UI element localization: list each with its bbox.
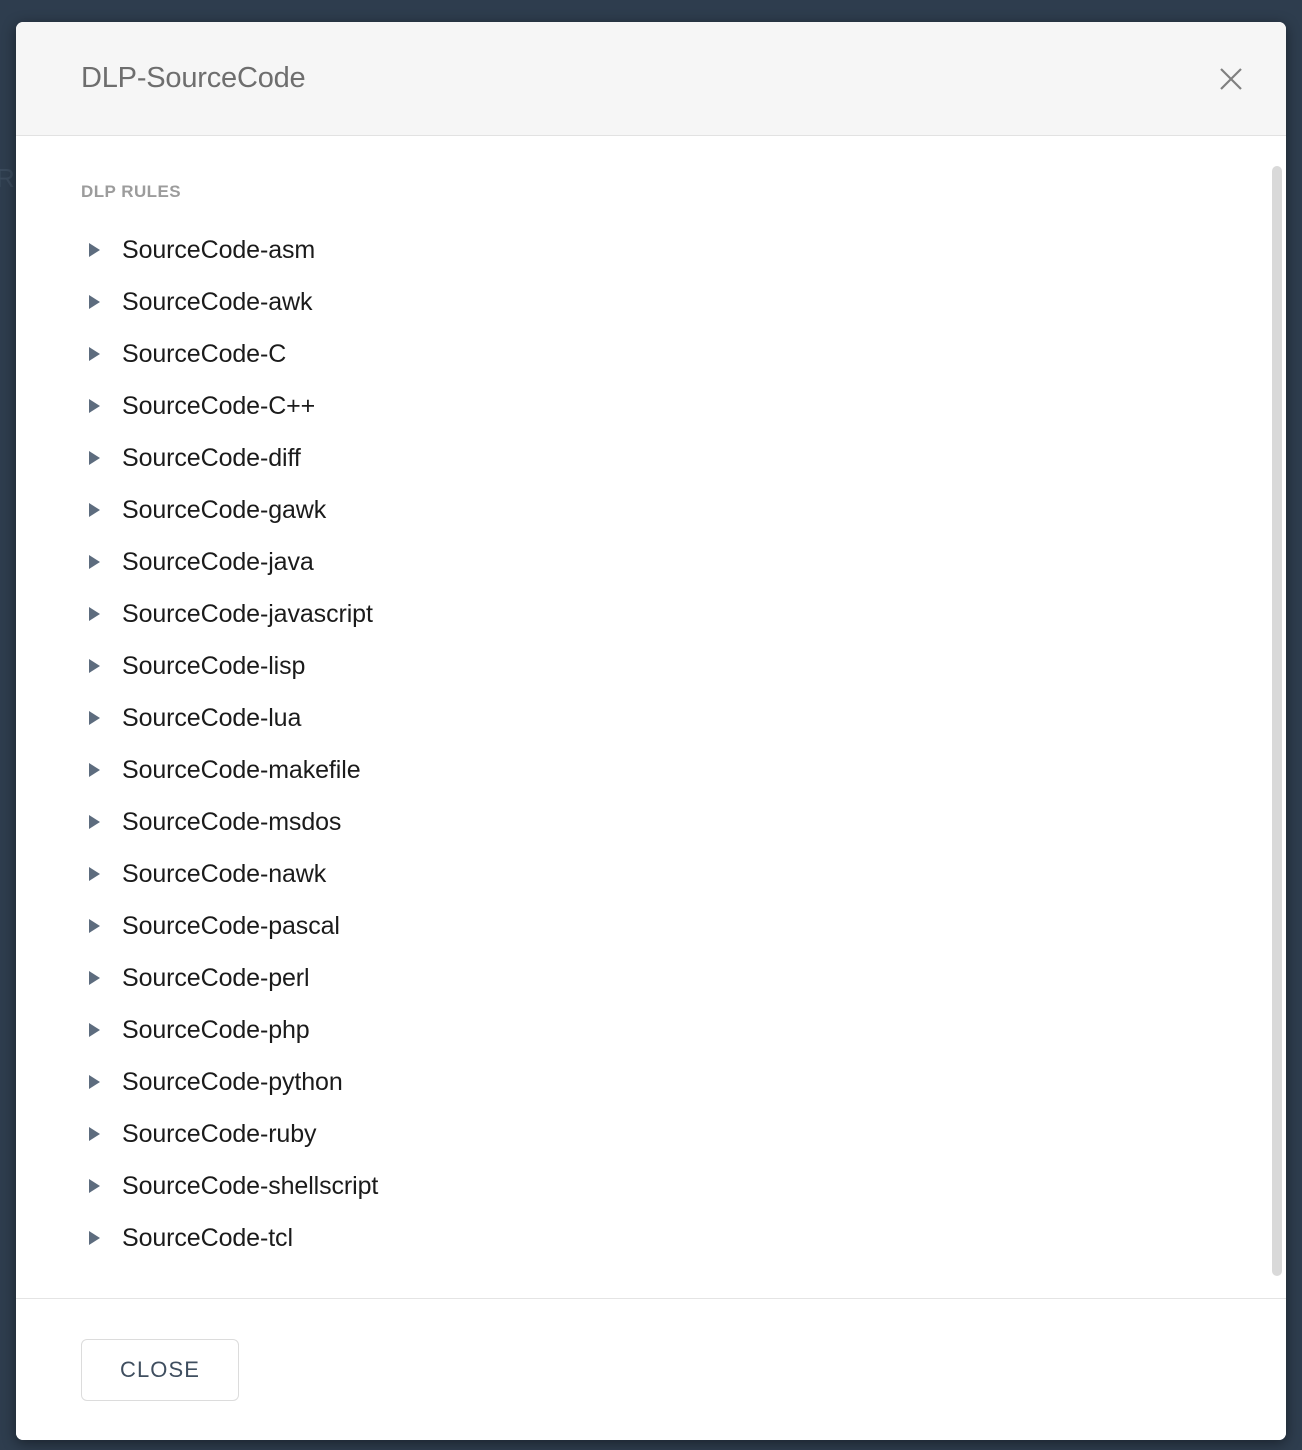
list-item[interactable]: SourceCode-gawk [16, 484, 1286, 536]
backdrop-partial-text: R [0, 163, 16, 193]
list-item[interactable]: SourceCode-javascript [16, 588, 1286, 640]
list-item[interactable]: SourceCode-diff [16, 432, 1286, 484]
triangle-right-icon[interactable] [88, 969, 104, 987]
list-item[interactable]: SourceCode-shellscript [16, 1160, 1286, 1212]
triangle-right-icon[interactable] [88, 397, 104, 415]
list-item-label: SourceCode-awk [122, 287, 313, 316]
list-item-label: SourceCode-msdos [122, 807, 342, 836]
list-item-label: SourceCode-asm [122, 235, 316, 264]
list-item[interactable]: SourceCode-msdos [16, 796, 1286, 848]
triangle-right-icon[interactable] [88, 501, 104, 519]
list-item-label: SourceCode-python [122, 1067, 343, 1096]
list-item-label: SourceCode-java [122, 547, 314, 576]
list-item-label: SourceCode-lisp [122, 651, 306, 680]
list-item[interactable]: SourceCode-nawk [16, 848, 1286, 900]
list-item-label: SourceCode-lua [122, 703, 302, 732]
list-item-label: SourceCode-makefile [122, 755, 361, 784]
list-item[interactable]: SourceCode-java [16, 536, 1286, 588]
triangle-right-icon[interactable] [88, 1177, 104, 1195]
list-item[interactable]: SourceCode-awk [16, 276, 1286, 328]
list-item-label: SourceCode-php [122, 1015, 310, 1044]
list-item[interactable]: SourceCode-C [16, 328, 1286, 380]
scrollbar-thumb[interactable] [1272, 166, 1282, 1276]
list-item-label: SourceCode-javascript [122, 599, 373, 628]
list-item-label: SourceCode-pascal [122, 911, 340, 940]
list-item[interactable]: SourceCode-pascal [16, 900, 1286, 952]
list-item[interactable]: SourceCode-C++ [16, 380, 1286, 432]
dlp-sourcecode-modal: DLP-SourceCode DLP RULES SourceCode-asm … [16, 22, 1286, 1440]
triangle-right-icon[interactable] [88, 241, 104, 259]
list-item-label: SourceCode-nawk [122, 859, 327, 888]
triangle-right-icon[interactable] [88, 1073, 104, 1091]
triangle-right-icon[interactable] [88, 1125, 104, 1143]
modal-header: DLP-SourceCode [16, 22, 1286, 136]
modal-body: DLP RULES SourceCode-asm SourceCode-awk … [16, 136, 1286, 1298]
triangle-right-icon[interactable] [88, 449, 104, 467]
list-item-label: SourceCode-diff [122, 443, 301, 472]
close-icon[interactable] [1214, 62, 1248, 96]
list-item-label: SourceCode-ruby [122, 1119, 317, 1148]
list-item-label: SourceCode-tcl [122, 1223, 293, 1252]
list-item-label: SourceCode-C++ [122, 391, 316, 420]
section-label-dlp-rules: DLP RULES [81, 182, 182, 201]
list-item[interactable]: SourceCode-php [16, 1004, 1286, 1056]
triangle-right-icon[interactable] [88, 917, 104, 935]
list-item-label: SourceCode-C [122, 339, 287, 368]
triangle-right-icon[interactable] [88, 553, 104, 571]
list-item-label: SourceCode-perl [122, 963, 310, 992]
triangle-right-icon[interactable] [88, 657, 104, 675]
triangle-right-icon[interactable] [88, 605, 104, 623]
list-item[interactable]: SourceCode-lua [16, 692, 1286, 744]
triangle-right-icon[interactable] [88, 1021, 104, 1039]
triangle-right-icon[interactable] [88, 813, 104, 831]
triangle-right-icon[interactable] [88, 761, 104, 779]
triangle-right-icon[interactable] [88, 345, 104, 363]
list-item[interactable]: SourceCode-asm [16, 224, 1286, 276]
modal-footer: CLOSE [16, 1298, 1286, 1440]
page-title: DLP-SourceCode [81, 62, 306, 94]
list-item-label: SourceCode-gawk [122, 495, 327, 524]
triangle-right-icon[interactable] [88, 865, 104, 883]
list-item-label: SourceCode-shellscript [122, 1171, 379, 1200]
dlp-rule-list: SourceCode-asm SourceCode-awk SourceCode… [16, 224, 1286, 1264]
scrollbar[interactable] [1270, 136, 1284, 1298]
list-item[interactable]: SourceCode-ruby [16, 1108, 1286, 1160]
close-button[interactable]: CLOSE [81, 1338, 239, 1401]
triangle-right-icon[interactable] [88, 709, 104, 727]
list-item[interactable]: SourceCode-lisp [16, 640, 1286, 692]
list-item[interactable]: SourceCode-makefile [16, 744, 1286, 796]
triangle-right-icon[interactable] [88, 293, 104, 311]
list-item[interactable]: SourceCode-python [16, 1056, 1286, 1108]
list-item[interactable]: SourceCode-tcl [16, 1212, 1286, 1264]
triangle-right-icon[interactable] [88, 1229, 104, 1247]
list-item[interactable]: SourceCode-perl [16, 952, 1286, 1004]
